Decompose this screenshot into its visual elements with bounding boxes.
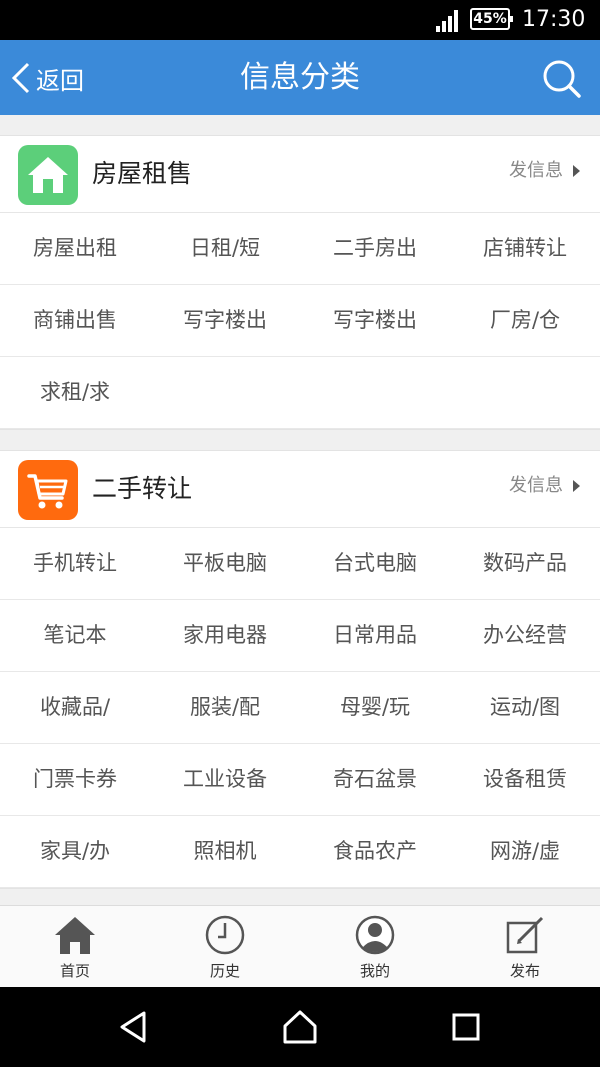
category-item[interactable]: 写字楼出 [300,285,450,357]
category-list[interactable]: 房屋租售 发信息 房屋出租 日租/短 二手房出 店铺转让 商铺出售 写字楼出 写… [0,115,600,905]
section-title: 二手转让 [92,474,193,503]
category-item[interactable]: 求租/求 [0,357,150,429]
battery-indicator: 45% [470,8,513,30]
category-item[interactable]: 手机转让 [0,528,150,600]
back-button[interactable]: 返回 [10,58,84,98]
user-icon [355,915,395,955]
category-item[interactable]: 平板电脑 [150,528,300,600]
chevron-left-icon [11,62,30,94]
category-item[interactable]: 食品农产 [300,816,450,888]
category-item[interactable]: 家用电器 [150,600,300,672]
nav-label: 发布 [509,962,540,980]
category-item[interactable]: 笔记本 [0,600,150,672]
section-second-hand: 二手转让 发信息 手机转让 平板电脑 台式电脑 数码产品 笔记本 家用电器 日常… [0,450,600,889]
signal-icon [436,10,458,32]
category-item[interactable]: 门票卡券 [0,744,150,816]
nav-home[interactable]: 首页 [0,906,150,988]
recent-apps-icon[interactable] [448,1009,484,1045]
post-info-link[interactable]: 发信息 [509,451,580,521]
back-triangle-icon[interactable] [116,1009,152,1045]
category-item[interactable]: 数码产品 [450,528,600,600]
section-header: 房屋租售 发信息 [0,136,600,213]
nav-label: 首页 [59,962,90,980]
system-nav-bar [0,987,600,1067]
category-grid: 房屋出租 日租/短 二手房出 店铺转让 商铺出售 写字楼出 写字楼出 厂房/仓 … [0,213,600,429]
empty-cell [450,357,600,429]
section-title: 房屋租售 [92,159,193,188]
post-info-link[interactable]: 发信息 [509,136,580,206]
category-item[interactable]: 店铺转让 [450,213,600,285]
home-outline-icon[interactable] [282,1009,318,1045]
nav-history[interactable]: 历史 [150,906,300,988]
category-item[interactable]: 奇石盆景 [300,744,450,816]
clock: 17:30 [522,7,586,32]
empty-cell [300,357,450,429]
house-icon [28,157,68,193]
category-grid: 手机转让 平板电脑 台式电脑 数码产品 笔记本 家用电器 日常用品 办公经营 收… [0,528,600,888]
section-header: 二手转让 发信息 [0,451,600,528]
category-item[interactable]: 办公经营 [450,600,600,672]
bottom-nav: 首页 历史 我的 发布 [0,905,600,988]
category-item[interactable]: 服装/配 [150,672,300,744]
section-icon [18,460,78,520]
clock-icon [205,915,245,955]
post-info-label: 发信息 [509,160,563,181]
nav-label: 历史 [209,962,240,980]
category-item[interactable]: 日常用品 [300,600,450,672]
chevron-right-icon [573,480,580,492]
nav-label: 我的 [359,962,390,980]
category-item[interactable]: 工业设备 [150,744,300,816]
category-item[interactable]: 商铺出售 [0,285,150,357]
chevron-right-icon [573,165,580,177]
category-item[interactable]: 母婴/玩 [300,672,450,744]
category-item[interactable]: 运动/图 [450,672,600,744]
app-bar: 返回 信息分类 [0,40,600,115]
category-item[interactable]: 写字楼出 [150,285,300,357]
back-label: 返回 [36,66,84,95]
category-item[interactable]: 家具/办 [0,816,150,888]
category-item[interactable]: 房屋出租 [0,213,150,285]
post-info-label: 发信息 [509,475,563,496]
section-icon [18,145,78,205]
category-item[interactable]: 二手房出 [300,213,450,285]
shopping-cart-icon [27,474,68,509]
category-item[interactable]: 台式电脑 [300,528,450,600]
status-bar: 45% 17:30 [0,0,600,40]
home-icon [55,917,95,954]
search-icon[interactable] [540,57,582,99]
nav-profile[interactable]: 我的 [300,906,450,988]
empty-cell [150,357,300,429]
category-item[interactable]: 设备租赁 [450,744,600,816]
category-item[interactable]: 照相机 [150,816,300,888]
category-item[interactable]: 网游/虚 [450,816,600,888]
nav-publish[interactable]: 发布 [450,906,600,988]
section-house-rental: 房屋租售 发信息 房屋出租 日租/短 二手房出 店铺转让 商铺出售 写字楼出 写… [0,135,600,430]
page-title: 信息分类 [240,60,360,95]
edit-icon [506,916,544,954]
category-item[interactable]: 日租/短 [150,213,300,285]
category-item[interactable]: 收藏品/ [0,672,150,744]
category-item[interactable]: 厂房/仓 [450,285,600,357]
